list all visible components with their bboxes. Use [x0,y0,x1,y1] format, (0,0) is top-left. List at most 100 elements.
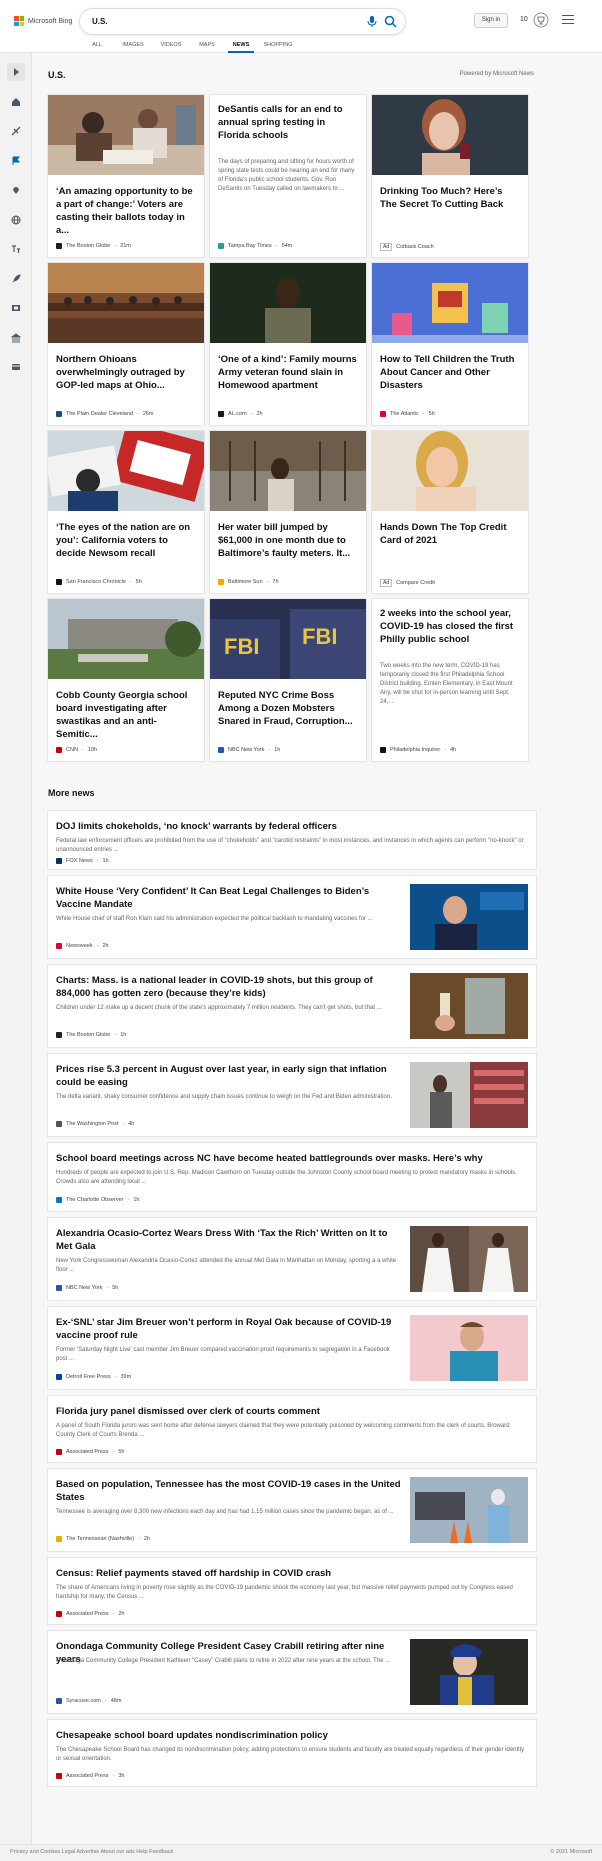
list-item[interactable]: Chesapeake school board updates nondiscr… [48,1720,536,1786]
news-source[interactable]: Syracuse.com [66,1698,101,1704]
news-card-title[interactable]: Her water bill jumped by $61,000 in one … [218,521,358,560]
list-item[interactable]: School board meetings across NC have bec… [48,1143,536,1211]
list-item[interactable]: Onondaga Community College President Cas… [48,1631,536,1713]
news-card-image[interactable] [48,431,204,511]
news-card-image[interactable] [210,431,366,511]
powered-by-label[interactable]: Powered by Microsoft News [460,71,534,77]
news-card[interactable]: Cobb County Georgia school board investi… [48,599,204,761]
news-card[interactable]: ‘The eyes of the nation are on you’: Cal… [48,431,204,593]
news-source[interactable]: Detroit Free Press [66,1374,111,1380]
news-card-image[interactable] [48,95,204,175]
news-source[interactable]: Tampa Bay Times [228,243,272,249]
list-item-image[interactable] [410,1639,528,1705]
news-card-image[interactable]: FBI FBI [210,599,366,679]
news-card[interactable]: ‘One of a kind’: Family mourns Army vete… [210,263,366,425]
list-item-title[interactable]: Charts: Mass. is a national leader in CO… [56,974,401,1000]
news-card-title[interactable]: Northern Ohioans overwhelmingly outraged… [56,353,196,392]
news-card[interactable]: 2 weeks into the school year, COVID-19 h… [372,599,528,761]
news-card-title[interactable]: How to Tell Children the Truth About Can… [380,353,520,392]
news-card-image[interactable] [372,263,528,343]
news-source[interactable]: CNN [66,747,78,753]
sidebar-item-politics[interactable] [7,240,25,258]
list-item-title[interactable]: Prices rise 5.3 percent in August over l… [56,1063,401,1089]
list-item-title[interactable]: White House ‘Very Confident’ It Can Beat… [56,885,401,911]
news-card-title[interactable]: ‘The eyes of the nation are on you’: Cal… [56,521,196,560]
sidebar-item-us[interactable] [7,152,25,170]
news-card[interactable]: Northern Ohioans overwhelmingly outraged… [48,263,204,425]
list-item[interactable]: DOJ limits chokeholds, ‘no knock’ warran… [48,811,536,869]
news-source[interactable]: NBC New York [66,1285,102,1291]
tab-images[interactable]: IMAGES [114,38,152,53]
list-item-image[interactable] [410,884,528,950]
list-item[interactable]: Based on population, Tennessee has the m… [48,1469,536,1551]
news-source[interactable]: Cutback Coach [396,244,434,250]
news-card-title[interactable]: Reputed NYC Crime Boss Among a Dozen Mob… [218,689,358,728]
sidebar-item-entertainment[interactable] [7,299,25,317]
list-item-title[interactable]: Alexandria Ocasio-Cortez Wears Dress Wit… [56,1227,401,1253]
news-source[interactable]: The Boston Globe [66,1032,110,1038]
ad-card[interactable]: Drinking Too Much? Here’s The Secret To … [372,95,528,257]
sidebar-item-business[interactable] [7,329,25,347]
news-source[interactable]: Newsweek [66,943,93,949]
list-item-image[interactable] [410,973,528,1039]
microphone-icon[interactable] [366,15,378,28]
news-source[interactable]: Philadelphia Inquirer [390,747,440,753]
tab-shopping[interactable]: SHOPPING [258,38,298,53]
list-item-image[interactable] [410,1315,528,1381]
list-item-title[interactable]: School board meetings across NC have bec… [56,1152,526,1165]
list-item-title[interactable]: Based on population, Tennessee has the m… [56,1478,401,1504]
news-card[interactable]: ‘An amazing opportunity to be a part of … [48,95,204,257]
news-source[interactable]: The Charlotte Observer [66,1197,123,1203]
menu-icon[interactable] [562,15,574,25]
news-source[interactable]: The Boston Globe [66,243,110,249]
list-item-title[interactable]: Florida jury panel dismissed over clerk … [56,1405,526,1418]
tab-news[interactable]: NEWS [228,38,254,53]
news-source[interactable]: The Washington Post [66,1121,118,1127]
news-card[interactable]: Her water bill jumped by $61,000 in one … [210,431,366,593]
search-icon[interactable] [384,15,397,28]
news-source[interactable]: Baltimore Sun [228,579,263,585]
sidebar-item-world[interactable] [7,211,25,229]
news-card-image[interactable] [210,263,366,343]
list-item[interactable]: Charts: Mass. is a national leader in CO… [48,965,536,1047]
bing-logo[interactable]: Microsoft Bing [14,15,72,27]
news-source[interactable]: FOX News [66,858,93,864]
rewards-count[interactable]: 10 [520,16,528,23]
list-item[interactable]: Florida jury panel dismissed over clerk … [48,1396,536,1462]
list-item-title[interactable]: Chesapeake school board updates nondiscr… [56,1729,526,1742]
list-item-image[interactable] [410,1062,528,1128]
news-card-image[interactable] [372,431,528,511]
footer-links[interactable]: Privacy and Cookies Legal Advertise Abou… [10,1849,173,1855]
ad-card[interactable]: Hands Down The Top Credit Card of 2021 A… [372,431,528,593]
sidebar-item-sports[interactable] [7,122,25,140]
news-source[interactable]: The Tennessean (Nashville) [66,1536,134,1542]
news-card[interactable]: DeSantis calls for an end to annual spri… [210,95,366,257]
list-item-title[interactable]: DOJ limits chokeholds, ‘no knock’ warran… [56,820,526,833]
news-source[interactable]: AL.com [228,411,247,417]
list-item[interactable]: Prices rise 5.3 percent in August over l… [48,1054,536,1136]
news-source[interactable]: The Atlantic [390,411,419,417]
news-card[interactable]: How to Tell Children the Truth About Can… [372,263,528,425]
news-card-image[interactable] [372,95,528,175]
search-box[interactable]: U.S. [80,9,405,34]
sign-in-button[interactable]: Sign in [474,13,508,28]
list-item-image[interactable] [410,1477,528,1543]
list-item[interactable]: Census: Relief payments staved off hards… [48,1558,536,1624]
news-source[interactable]: Associated Press [66,1773,109,1779]
news-card-title[interactable]: ‘An amazing opportunity to be a part of … [56,185,196,237]
list-item-image[interactable] [410,1226,528,1292]
news-source[interactable]: Associated Press [66,1449,109,1455]
news-source[interactable]: San Francisco Chronicle [66,579,126,585]
news-card-image[interactable] [48,263,204,343]
news-card-title[interactable]: DeSantis calls for an end to annual spri… [218,103,358,142]
news-card-title[interactable]: Hands Down The Top Credit Card of 2021 [380,521,520,547]
list-item[interactable]: Alexandria Ocasio-Cortez Wears Dress Wit… [48,1218,536,1300]
news-source[interactable]: Associated Press [66,1611,109,1617]
list-item-title[interactable]: Ex-‘SNL’ star Jim Breuer won’t perform i… [56,1316,401,1342]
rewards-trophy-icon[interactable] [533,12,549,28]
sidebar-item-money[interactable] [7,358,25,376]
news-source[interactable]: The Plain Dealer Cleveland [66,411,133,417]
news-card-image[interactable] [48,599,204,679]
tab-all[interactable]: ALL [80,38,114,53]
sidebar-item-local[interactable] [7,181,25,199]
